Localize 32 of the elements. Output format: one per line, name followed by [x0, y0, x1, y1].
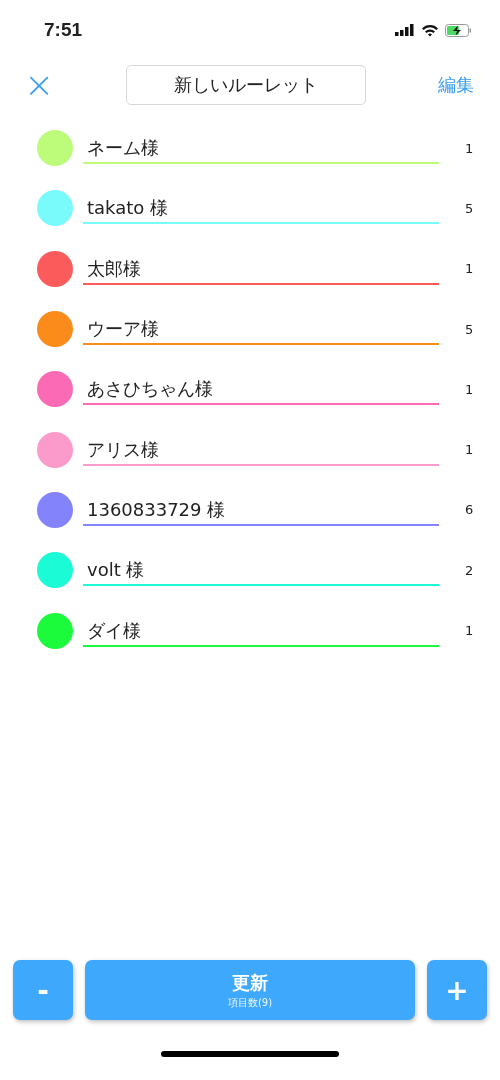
status-time: 7:51	[44, 19, 83, 41]
color-dot[interactable]	[37, 190, 73, 227]
color-dot[interactable]	[37, 491, 73, 528]
color-dot[interactable]	[37, 552, 73, 589]
name-field[interactable]: 太郎様	[83, 256, 439, 285]
name-field[interactable]: volt 様	[83, 558, 439, 587]
name-field[interactable]: takato 様	[83, 196, 439, 225]
signal-icon	[395, 24, 415, 36]
name-field[interactable]: あさひちゃん様	[83, 377, 439, 406]
count-label: 1	[465, 140, 474, 156]
count-label: 1	[465, 261, 474, 277]
name-field[interactable]: ネーム様	[83, 136, 439, 165]
count-label: 1	[465, 381, 474, 397]
count-label: 1	[465, 442, 474, 458]
color-dot[interactable]	[37, 612, 73, 649]
wifi-icon	[421, 23, 439, 37]
color-dot[interactable]	[37, 250, 73, 287]
count-label: 2	[465, 562, 474, 578]
title-field[interactable]: 新しいルーレット	[126, 65, 367, 105]
color-dot[interactable]	[37, 371, 73, 408]
count-label: 6	[465, 502, 474, 518]
name-field[interactable]: アリス様	[83, 437, 439, 466]
color-dot[interactable]	[37, 431, 73, 468]
color-dot[interactable]	[37, 311, 73, 348]
battery-charging-icon	[445, 23, 472, 37]
count-label: 5	[465, 200, 474, 216]
color-dot[interactable]	[37, 130, 73, 167]
count-label: 5	[465, 321, 474, 337]
count-label: 1	[465, 623, 474, 638]
name-field[interactable]: ウーア様	[83, 317, 439, 346]
name-field[interactable]: ダイ様	[83, 618, 439, 647]
name-field[interactable]: 1360833729 様	[83, 497, 439, 526]
